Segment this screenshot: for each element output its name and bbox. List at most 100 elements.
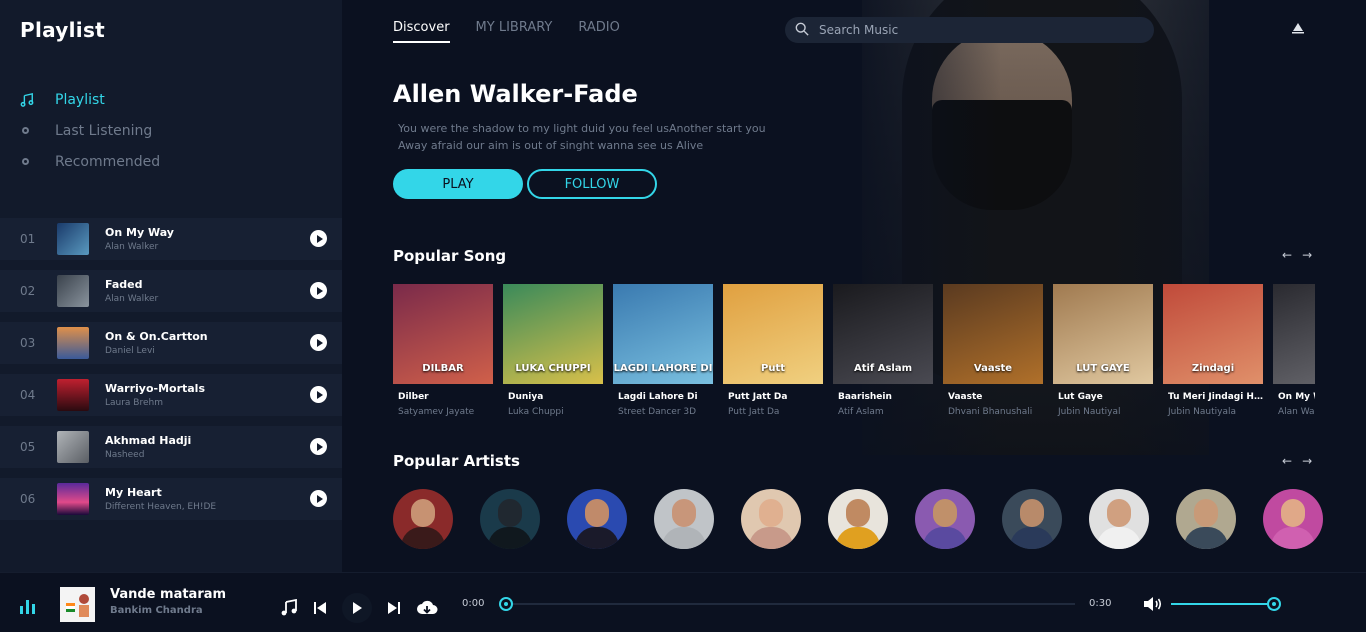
- arrow-left-icon[interactable]: ←: [1282, 454, 1292, 468]
- sidebar: Playlist Playlist Last Listening Recomme…: [0, 0, 342, 572]
- time-total: 0:30: [1089, 598, 1112, 609]
- skip-next-icon[interactable]: [385, 599, 403, 617]
- track-artist: Daniel Levi: [105, 346, 155, 356]
- skip-previous-icon[interactable]: [311, 599, 329, 617]
- artist-avatar[interactable]: [741, 489, 801, 549]
- artist-avatar[interactable]: [567, 489, 627, 549]
- play-icon[interactable]: [310, 334, 327, 351]
- play-button[interactable]: PLAY: [393, 169, 523, 199]
- song-artist: Luka Chuppi: [508, 407, 564, 417]
- song-card[interactable]: Atif Aslam Baarishein Atif Aslam: [833, 284, 933, 424]
- sidebar-nav: Playlist Last Listening Recommended: [0, 84, 342, 177]
- track-artist: Different Heaven, EH!DE: [105, 502, 217, 512]
- search-bar: [785, 17, 1154, 43]
- download-icon[interactable]: [416, 599, 438, 617]
- arrow-left-icon[interactable]: ←: [1282, 248, 1292, 262]
- dot-icon: [20, 158, 55, 165]
- song-cover: [1273, 284, 1315, 384]
- arrow-right-icon[interactable]: →: [1302, 248, 1312, 262]
- song-card[interactable]: Putt Putt Jatt Da Putt Jatt Da: [723, 284, 823, 424]
- track-title: On & On.Cartton: [105, 330, 208, 343]
- song-card[interactable]: On My Way Alan Walker: [1273, 284, 1315, 424]
- song-artist: Street Dancer 3D: [618, 407, 697, 417]
- popular-artists-heading: Popular Artists: [393, 452, 520, 470]
- song-title: Duniya: [508, 392, 544, 402]
- song-title: Dilber: [398, 392, 429, 402]
- song-artist: Putt Jatt Da: [728, 407, 780, 417]
- player-bar: Vande mataram Bankim Chandra 0:00 0:30: [0, 572, 1366, 632]
- artist-avatar[interactable]: [828, 489, 888, 549]
- song-card[interactable]: LUKA CHUPPI Duniya Luka Chuppi: [503, 284, 603, 424]
- volume-handle[interactable]: [1267, 597, 1281, 611]
- dot-icon: [20, 127, 55, 134]
- track-artist: Alan Walker: [105, 294, 159, 304]
- song-artist: Jubin Nautiyal: [1058, 407, 1121, 417]
- track-row[interactable]: 04 Warriyo-Mortals Laura Brehm: [0, 374, 342, 416]
- notification-icon[interactable]: [1290, 20, 1306, 40]
- song-card[interactable]: Zindagi Tu Meri Jindagi Hai Jubin Nautiy…: [1163, 284, 1263, 424]
- hero-description: You were the shadow to my light duid you…: [398, 122, 766, 152]
- now-playing-cover: [60, 587, 95, 622]
- play-icon[interactable]: [310, 386, 327, 403]
- music-note-icon: [20, 92, 55, 107]
- artist-avatar[interactable]: [1002, 489, 1062, 549]
- track-number: 04: [20, 388, 36, 402]
- track-artist: Alan Walker: [105, 242, 159, 252]
- track-list: 01 On My Way Alan Walker 02 Faded Alan Wal…: [0, 218, 342, 530]
- arrow-right-icon[interactable]: →: [1302, 454, 1312, 468]
- popular-song-heading: Popular Song: [393, 247, 507, 265]
- song-artist: Alan Walker: [1278, 407, 1315, 417]
- popular-artists-list: [393, 489, 1323, 549]
- track-row[interactable]: 01 On My Way Alan Walker: [0, 218, 342, 260]
- sidebar-item-playlist[interactable]: Playlist: [0, 84, 342, 115]
- artist-avatar[interactable]: [1176, 489, 1236, 549]
- song-card[interactable]: LAGDI LAHORE DI Lagdi Lahore Di Street D…: [613, 284, 713, 424]
- play-icon[interactable]: [310, 230, 327, 247]
- artist-avatar[interactable]: [1263, 489, 1323, 549]
- song-artist: Jubin Nautiyala: [1168, 407, 1236, 417]
- tab-my-library[interactable]: MY LIBRARY: [476, 20, 553, 43]
- popular-song-arrows: ← →: [1282, 248, 1312, 262]
- song-card[interactable]: DILBAR Dilber Satyamev Jayate: [393, 284, 493, 424]
- song-card[interactable]: LUT GAYE Lut Gaye Jubin Nautiyal: [1053, 284, 1153, 424]
- track-title: My Heart: [105, 486, 162, 499]
- track-thumbnail: [57, 431, 89, 463]
- app-logo: Playlist: [20, 18, 106, 42]
- play-icon[interactable]: [310, 282, 327, 299]
- song-title: On My Way: [1278, 392, 1315, 402]
- tab-discover[interactable]: Discover: [393, 20, 450, 43]
- sidebar-item-last-listening[interactable]: Last Listening: [0, 115, 342, 146]
- track-title: On My Way: [105, 226, 174, 239]
- tab-radio[interactable]: RADIO: [578, 20, 619, 43]
- volume-slider[interactable]: [1171, 597, 1281, 611]
- play-pause-icon[interactable]: [342, 593, 372, 623]
- song-title: Baarishein: [838, 392, 892, 402]
- sidebar-item-recommended[interactable]: Recommended: [0, 146, 342, 177]
- artist-avatar[interactable]: [393, 489, 453, 549]
- track-row[interactable]: 06 My Heart Different Heaven, EH!DE: [0, 478, 342, 520]
- song-artist: Atif Aslam: [838, 407, 884, 417]
- track-row[interactable]: 02 Faded Alan Walker: [0, 270, 342, 312]
- player-controls: [280, 593, 438, 623]
- artist-avatar[interactable]: [654, 489, 714, 549]
- track-thumbnail: [57, 327, 89, 359]
- track-artist: Nasheed: [105, 450, 145, 460]
- progress-handle[interactable]: [499, 597, 513, 611]
- track-number: 06: [20, 492, 36, 506]
- play-icon[interactable]: [310, 490, 327, 507]
- playlist-note-icon[interactable]: [280, 599, 298, 617]
- song-card[interactable]: Vaaste Vaaste Dhvani Bhanushali: [943, 284, 1043, 424]
- artist-avatar[interactable]: [480, 489, 540, 549]
- artist-avatar[interactable]: [915, 489, 975, 549]
- now-playing-title: Vande mataram: [110, 587, 227, 602]
- follow-button[interactable]: FOLLOW: [527, 169, 657, 199]
- search-input[interactable]: [819, 23, 1119, 37]
- progress-bar[interactable]: [499, 597, 1075, 611]
- volume-icon[interactable]: [1142, 594, 1164, 618]
- play-icon[interactable]: [310, 438, 327, 455]
- track-row[interactable]: 05 Akhmad Hadji Nasheed: [0, 426, 342, 468]
- sidebar-item-label: Recommended: [55, 153, 161, 170]
- song-title: Tu Meri Jindagi Hai: [1168, 392, 1263, 402]
- track-row[interactable]: 03 On & On.Cartton Daniel Levi: [0, 322, 342, 364]
- artist-avatar[interactable]: [1089, 489, 1149, 549]
